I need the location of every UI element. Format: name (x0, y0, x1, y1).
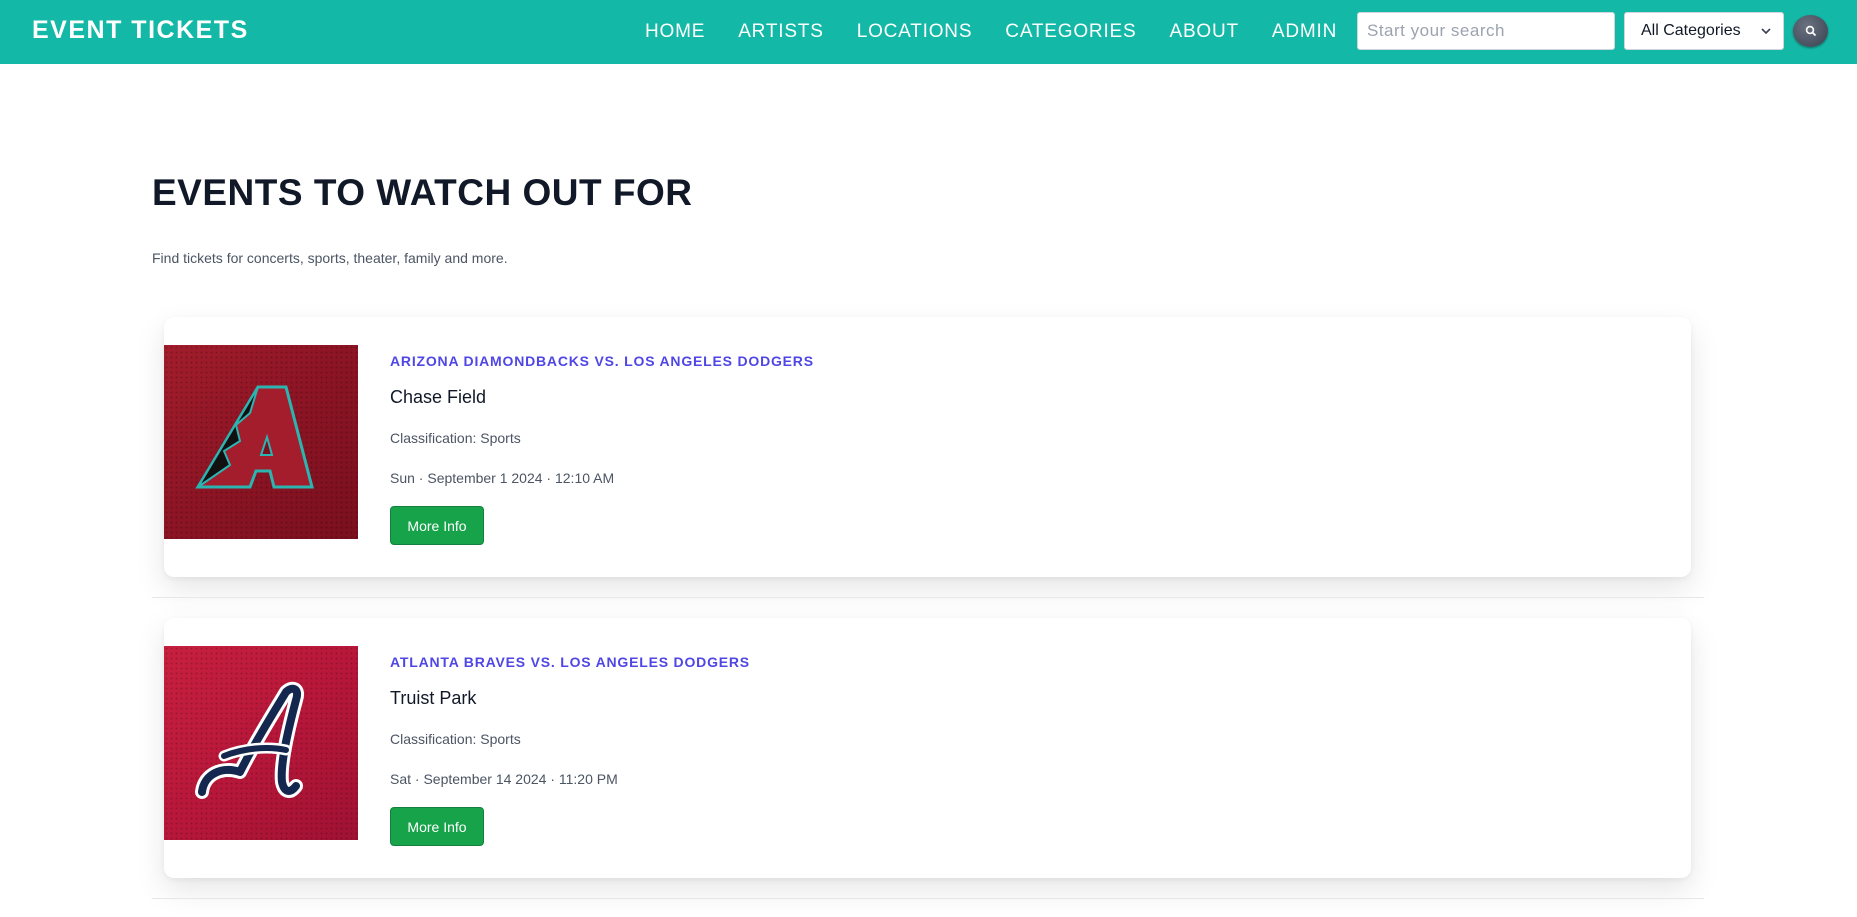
more-info-button[interactable]: More Info (390, 506, 484, 545)
event-title[interactable]: ARIZONA DIAMONDBACKS VS. LOS ANGELES DOD… (390, 353, 814, 369)
search-icon (1805, 25, 1816, 37)
page-title: EVENTS TO WATCH OUT FOR (152, 172, 693, 213)
nav-locations[interactable]: LOCATIONS (857, 21, 973, 43)
nav-about[interactable]: ABOUT (1169, 21, 1238, 43)
page-subtitle: Find tickets for concerts, sports, theat… (152, 250, 508, 266)
event-classification: Classification: Sports (390, 430, 521, 446)
event-datetime: Sat · September 14 2024 · 11:20 PM (390, 771, 618, 787)
event-title[interactable]: ATLANTA BRAVES VS. LOS ANGELES DODGERS (390, 654, 750, 670)
nav-home[interactable]: HOME (645, 21, 705, 43)
event-card: ARIZONA DIAMONDBACKS VS. LOS ANGELES DOD… (164, 317, 1691, 577)
divider (152, 597, 1704, 598)
event-venue: Truist Park (390, 688, 477, 708)
brand-logo[interactable]: EVENT TICKETS (32, 16, 249, 45)
nav-categories[interactable]: CATEGORIES (1005, 21, 1136, 43)
search-button[interactable] (1793, 15, 1828, 47)
event-datetime: Sun · September 1 2024 · 12:10 AM (390, 470, 615, 486)
chevron-down-icon (1761, 28, 1771, 35)
event-venue: Chase Field (390, 387, 487, 407)
main-nav: HOME ARTISTS LOCATIONS CATEGORIES ABOUT … (645, 0, 1370, 64)
event-classification: Classification: Sports (390, 731, 521, 747)
category-select-value: All Categories (1641, 22, 1741, 39)
divider (152, 898, 1704, 899)
search-input[interactable] (1357, 12, 1615, 50)
nav-artists[interactable]: ARTISTS (738, 21, 824, 43)
event-card: ATLANTA BRAVES VS. LOS ANGELES DODGERS T… (164, 618, 1691, 878)
braves-logo-icon (164, 646, 358, 840)
nav-admin[interactable]: ADMIN (1272, 21, 1337, 43)
more-info-button[interactable]: More Info (390, 807, 484, 846)
category-select[interactable]: All Categories (1624, 12, 1784, 50)
event-image-atlanta-braves[interactable] (164, 646, 358, 840)
top-navbar: EVENT TICKETS HOME ARTISTS LOCATIONS CAT… (0, 0, 1857, 64)
event-image-arizona-diamondbacks[interactable] (164, 345, 358, 539)
diamondbacks-logo-icon (164, 345, 358, 539)
